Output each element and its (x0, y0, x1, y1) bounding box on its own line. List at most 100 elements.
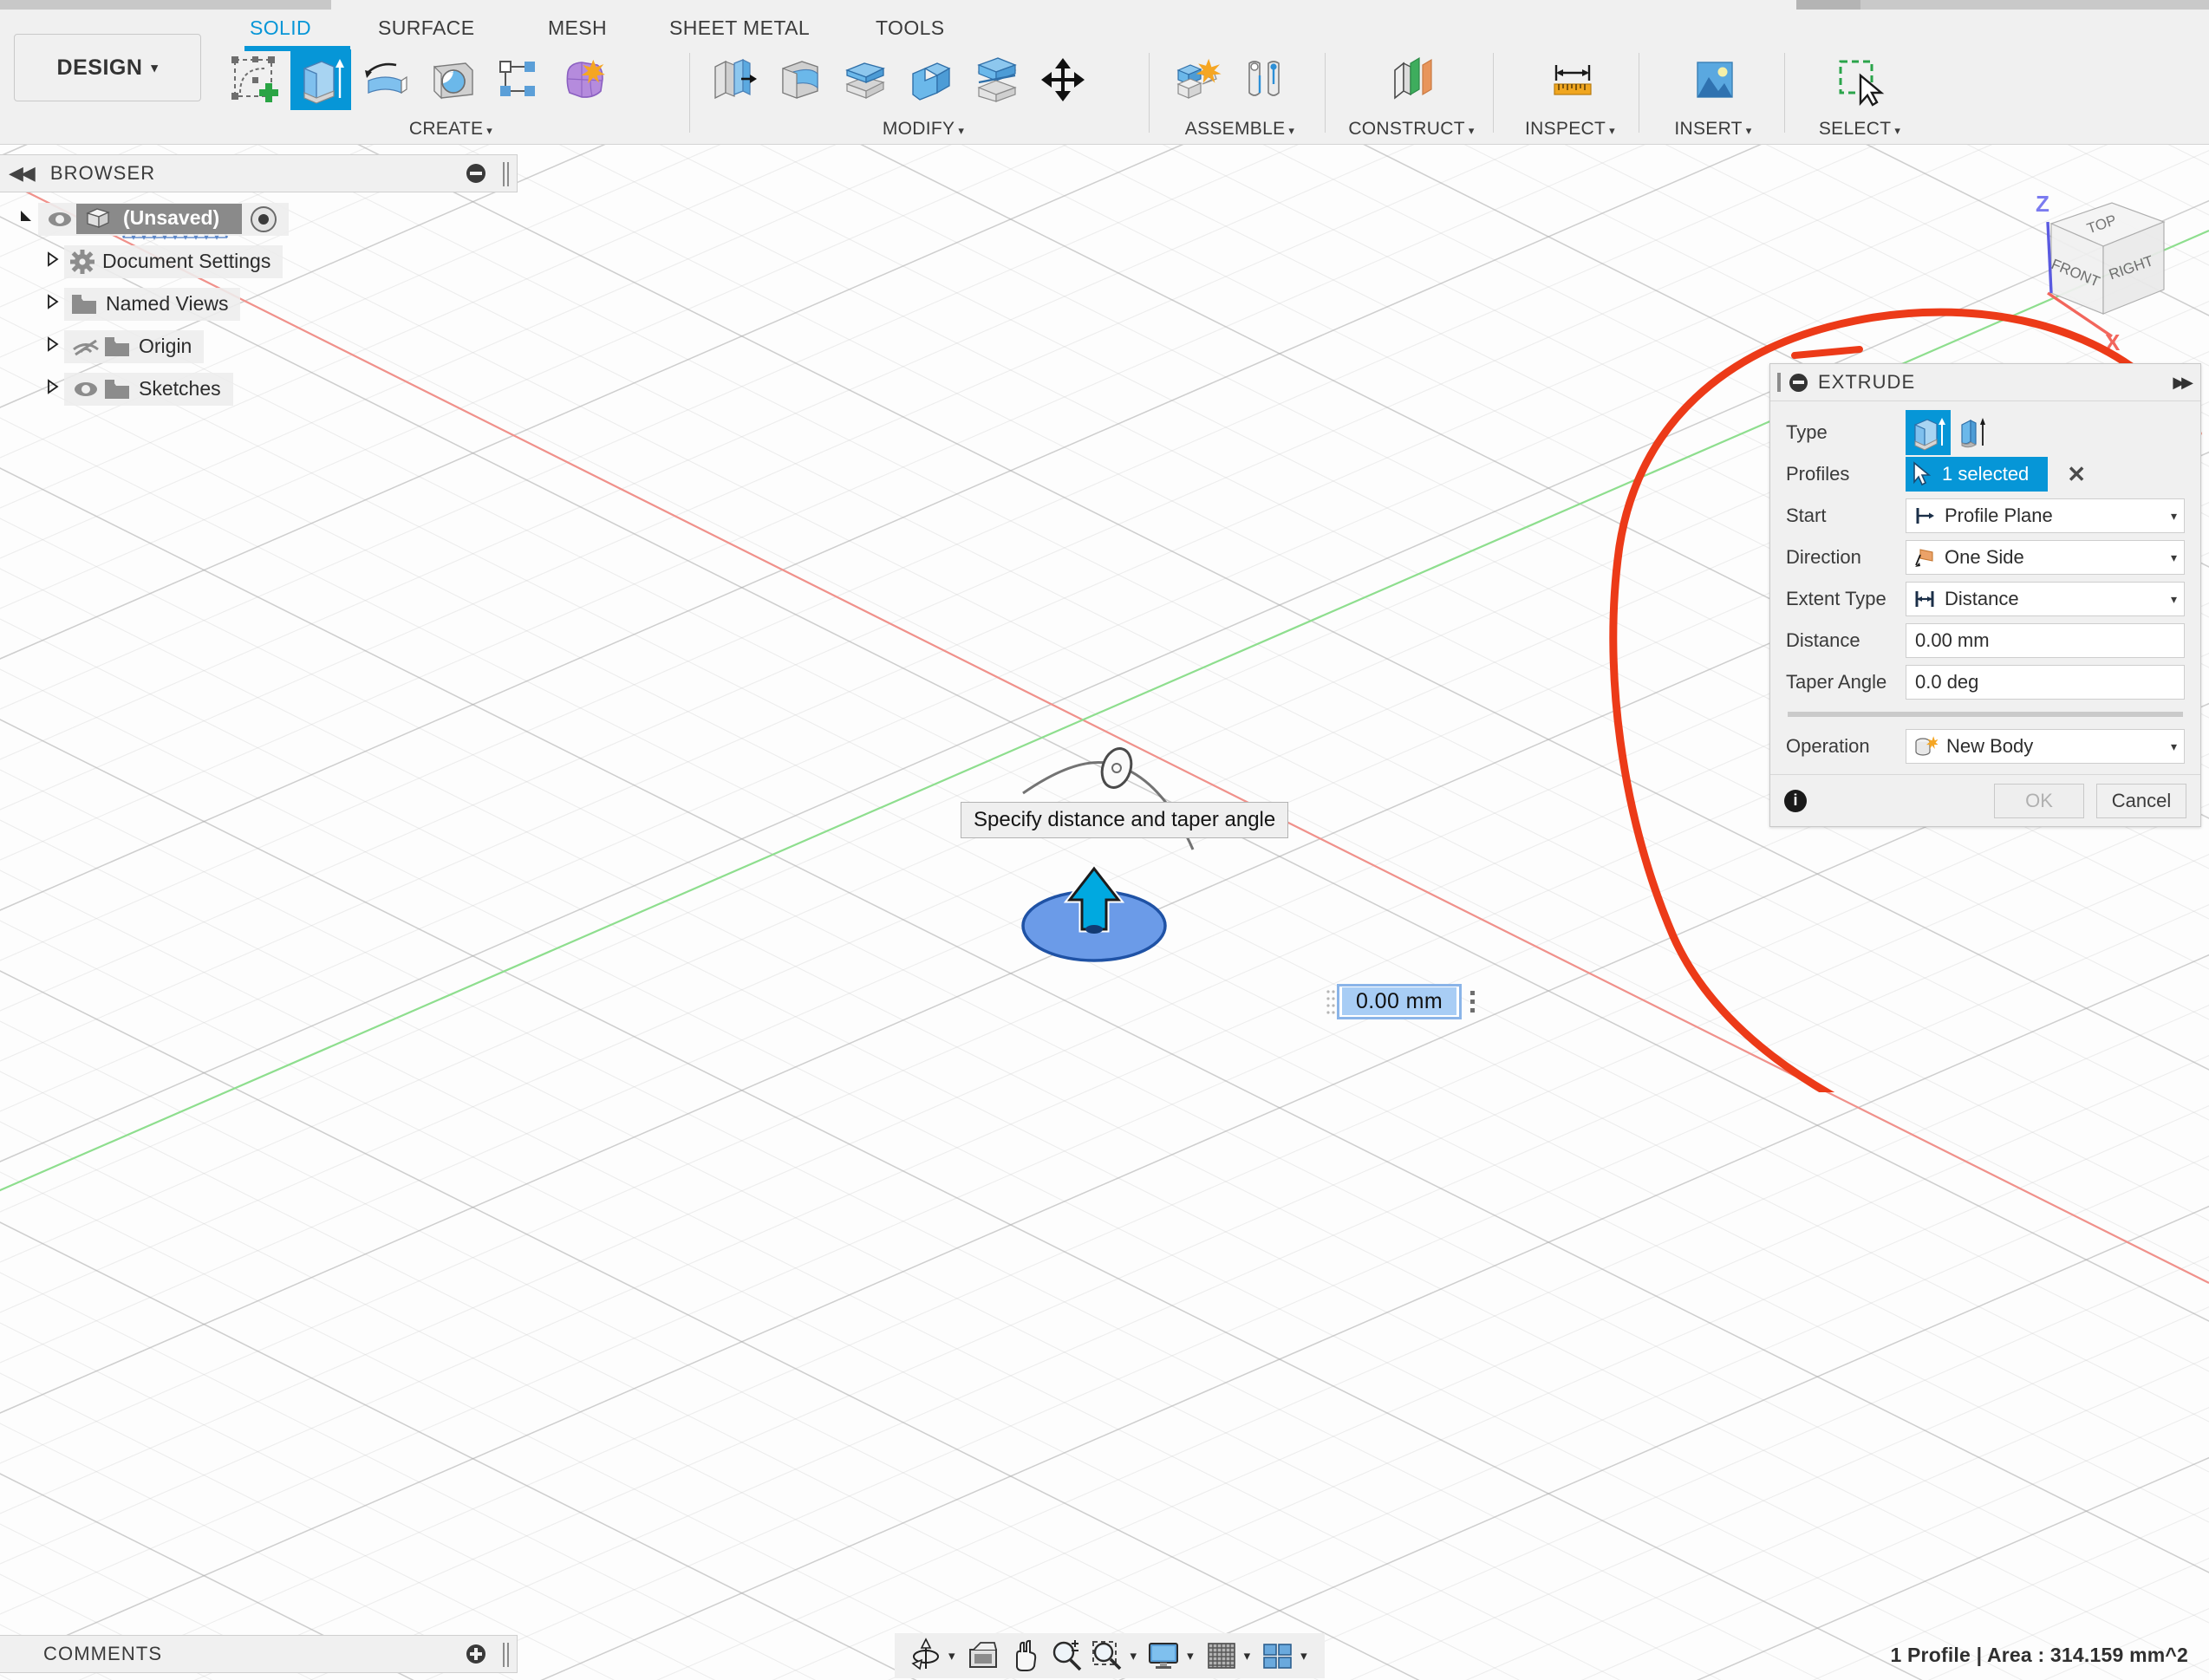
look-at-icon[interactable] (962, 1636, 1004, 1676)
component-icon (86, 207, 110, 228)
extrude-thin-icon[interactable] (1951, 410, 1996, 455)
chevron-down-icon[interactable]: ▾ (948, 1648, 955, 1664)
distance-value-editor[interactable]: 0.00 mm (1325, 984, 1482, 1019)
offset-plane-icon[interactable] (1381, 49, 1442, 110)
operation-dropdown[interactable]: New Body ▾ (1906, 729, 2185, 764)
distance-input[interactable]: 0.00 mm (1906, 623, 2185, 658)
row-type: Type (1786, 410, 2185, 455)
twisty-closed-icon[interactable] (42, 378, 64, 400)
mesh-create-icon[interactable] (554, 49, 615, 110)
extrude-icon[interactable] (290, 49, 351, 110)
insert-image-icon[interactable] (1684, 49, 1745, 110)
panel-inspect-label[interactable]: INSPECT ▾ (1496, 119, 1644, 140)
twisty-closed-icon[interactable] (42, 335, 64, 358)
chevron-down-icon[interactable]: ▾ (1300, 1648, 1307, 1664)
plus-circle-icon[interactable] (466, 1644, 485, 1664)
collapse-left-icon[interactable]: ◀◀ (9, 162, 36, 185)
cancel-button[interactable]: Cancel (2096, 783, 2186, 818)
eye-visible-icon[interactable] (69, 378, 102, 400)
new-component-icon[interactable] (1168, 49, 1228, 110)
minus-circle-icon[interactable] (466, 164, 485, 183)
x-clear-icon[interactable]: ✕ (2067, 461, 2086, 488)
combine-icon[interactable] (901, 49, 961, 110)
twisty-closed-icon[interactable] (42, 293, 64, 316)
panel-construct-label[interactable]: CONSTRUCT ▾ (1328, 119, 1495, 140)
viewports-icon[interactable] (1257, 1636, 1299, 1676)
tree-row-origin[interactable]: Origin (0, 325, 329, 368)
pan-icon[interactable] (1004, 1636, 1046, 1676)
info-icon[interactable]: i (1784, 789, 1807, 812)
move-copy-icon[interactable] (1033, 49, 1093, 110)
split-face-icon[interactable] (967, 49, 1027, 110)
more-options-icon[interactable] (1462, 985, 1482, 1019)
chevron-down-icon[interactable]: ▾ (1244, 1648, 1251, 1664)
profiles-selection-chip[interactable]: 1 selected (1906, 457, 2049, 492)
grid-snap-icon[interactable] (1201, 1636, 1242, 1676)
extrude-profile-icon[interactable] (1906, 410, 1951, 455)
extent-type-dropdown[interactable]: Distance ▾ (1906, 582, 2185, 616)
orbit-icon[interactable] (905, 1636, 947, 1676)
window-selection-icon[interactable] (1828, 49, 1889, 110)
sheet-metal-bend-icon[interactable] (769, 49, 830, 110)
press-pull-icon[interactable] (835, 49, 896, 110)
tree-row-named-views[interactable]: Named Views (0, 283, 329, 325)
sweep-icon[interactable] (422, 49, 483, 110)
workspace-switcher-label: DESIGN (56, 55, 143, 80)
panel-modify-label[interactable]: MODIFY ▾ (694, 119, 1153, 140)
tab-sheet-metal[interactable]: SHEET METAL (669, 16, 810, 40)
row-start: Start Profile Plane ▾ (1786, 495, 2185, 537)
create-sketch-icon[interactable] (225, 49, 285, 110)
profile-manipulator[interactable] (1006, 850, 1231, 971)
tree-row-document-settings[interactable]: Document Settings (0, 240, 329, 283)
navigation-bar: ▾ ▾ ▾ ▾ ▾ (895, 1633, 1325, 1678)
tab-surface[interactable]: SURFACE (378, 16, 474, 40)
chevron-down-icon[interactable]: ▾ (1187, 1648, 1194, 1664)
tab-tools[interactable]: TOOLS (876, 16, 945, 40)
extrude-dialog-header[interactable]: EXTRUDE ▶▶ (1770, 364, 2200, 401)
label-extent-type: Extent Type (1786, 588, 1886, 609)
joint-icon[interactable] (1234, 49, 1294, 110)
panel-assemble-label[interactable]: ASSEMBLE ▾ (1153, 119, 1326, 140)
panel-create-label[interactable]: CREATE ▾ (217, 119, 685, 140)
sheet-metal-flange-icon[interactable] (703, 49, 764, 110)
panel-select: SELECT ▾ (1788, 46, 1932, 145)
row-extent-type: Extent Type Distance ▾ (1786, 578, 2185, 620)
start-dropdown[interactable]: Profile Plane ▾ (1906, 498, 2185, 533)
display-settings-icon[interactable] (1144, 1636, 1185, 1676)
direction-dropdown[interactable]: One Side ▾ (1906, 540, 2185, 575)
zoom-icon[interactable] (1046, 1636, 1087, 1676)
eye-visible-icon[interactable] (43, 208, 76, 231)
panel-resize-handle[interactable] (503, 162, 512, 186)
tab-solid[interactable]: SOLID (250, 16, 311, 40)
panel-assemble: ASSEMBLE ▾ (1153, 46, 1326, 145)
mesh-pattern-icon[interactable] (488, 49, 549, 110)
window-strip-right-accent (1796, 0, 1860, 10)
activate-component-radio[interactable] (251, 205, 277, 232)
tree-row-unsaved[interactable]: (Unsaved) (0, 198, 329, 240)
revolve-icon[interactable] (356, 49, 417, 110)
twisty-open-icon[interactable] (16, 208, 38, 231)
panel-resize-handle[interactable] (503, 1643, 512, 1667)
panel-insert-label[interactable]: INSERT ▾ (1642, 119, 1784, 140)
panel-select-label[interactable]: SELECT ▾ (1788, 119, 1932, 140)
zoom-window-icon[interactable] (1087, 1636, 1129, 1676)
distance-value-input[interactable]: 0.00 mm (1337, 984, 1463, 1019)
measure-icon[interactable] (1542, 49, 1603, 110)
extrude-dialog-title: EXTRUDE (1818, 371, 1916, 393)
component-name-chip[interactable]: (Unsaved) (76, 204, 243, 234)
minus-circle-icon[interactable] (1789, 373, 1808, 392)
eye-hidden-icon[interactable] (69, 335, 102, 358)
view-cube[interactable]: TOP FRONT RIGHT Z X (2010, 180, 2192, 354)
tab-mesh[interactable]: MESH (548, 16, 607, 40)
double-chevron-right-icon[interactable]: ▶▶ (2173, 374, 2193, 392)
operation-value: New Body (1946, 735, 2034, 757)
tree-row-sketches[interactable]: Sketches (0, 368, 329, 410)
drag-dots-icon[interactable] (1325, 985, 1337, 1019)
ok-button[interactable]: OK (1994, 783, 2084, 818)
taper-angle-input[interactable]: 0.0 deg (1906, 665, 2185, 700)
drag-grip-icon[interactable] (1777, 373, 1781, 392)
extrude-dialog[interactable]: EXTRUDE ▶▶ Type Profiles 1 selected ✕ St… (1769, 363, 2201, 827)
label-profiles: Profiles (1786, 463, 1850, 485)
chevron-down-icon[interactable]: ▾ (1131, 1648, 1137, 1664)
twisty-closed-icon[interactable] (42, 251, 64, 273)
